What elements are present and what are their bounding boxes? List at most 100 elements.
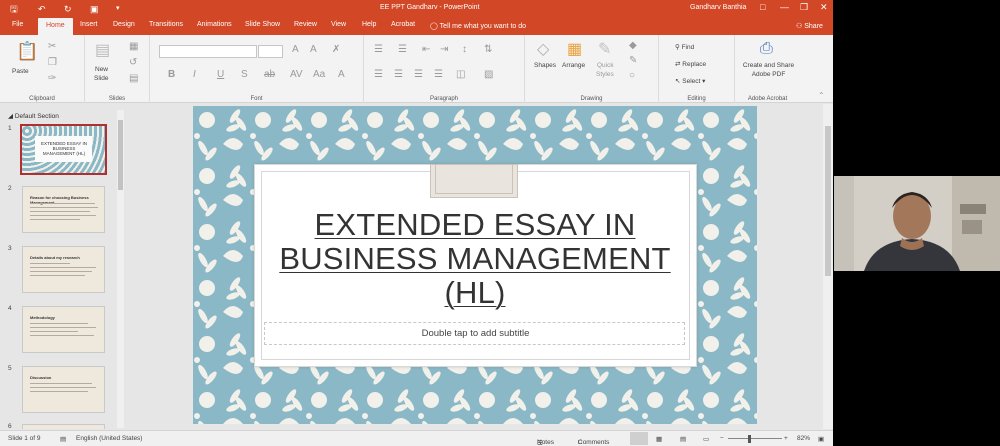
presenter-icon[interactable]: ▣ — [90, 3, 99, 15]
slide-thumbnail-2[interactable]: Reason for choosing Business Management — [22, 186, 105, 233]
select-button[interactable]: ↖ Select ▾ — [675, 77, 705, 85]
align-center-icon[interactable]: ☰ — [394, 69, 403, 80]
create-share-label[interactable]: Create and Share — [741, 62, 796, 69]
replace-button[interactable]: ⇄ Replace — [675, 60, 706, 68]
slide-thumbnail-6[interactable] — [22, 424, 105, 429]
zoom-slider[interactable] — [728, 438, 782, 439]
font-size-box[interactable] — [258, 45, 283, 58]
decrease-indent-icon[interactable]: ⇤ — [422, 44, 430, 55]
new-slide-label-2[interactable]: Slide — [94, 75, 108, 82]
layout-icon[interactable]: ▦ — [129, 41, 138, 52]
shadow-icon[interactable]: S — [241, 69, 248, 80]
tab-slideshow[interactable]: Slide Show — [245, 21, 280, 28]
create-pdf-icon[interactable]: ⎙ — [760, 40, 773, 58]
new-slide-label[interactable]: New — [95, 66, 108, 73]
font-name-box[interactable] — [159, 45, 257, 58]
restore-icon[interactable]: ❐ — [800, 2, 808, 13]
tab-home[interactable]: Home — [38, 18, 73, 35]
find-button[interactable]: ⚲ Find — [675, 43, 694, 51]
reset-icon[interactable]: ↺ — [129, 57, 137, 68]
share-button[interactable]: ⚇ Share — [796, 22, 823, 30]
shapes-button[interactable]: Shapes — [534, 62, 556, 69]
subtitle-placeholder[interactable]: Double tap to add subtitle — [264, 322, 685, 345]
section-header[interactable]: ◢ Default Section — [8, 112, 59, 120]
tab-transitions[interactable]: Transitions — [149, 21, 183, 28]
cut-icon[interactable]: ✂ — [48, 41, 56, 52]
new-slide-icon[interactable]: ▤ — [95, 40, 110, 60]
decrease-font-icon[interactable]: A — [310, 44, 317, 55]
customize-icon[interactable]: ▾ — [116, 3, 120, 15]
shape-effects-icon[interactable]: ○ — [629, 70, 635, 81]
italic-icon[interactable]: I — [193, 69, 196, 80]
slide-sorter-icon[interactable]: ▦ — [656, 435, 662, 443]
tab-view[interactable]: View — [331, 21, 346, 28]
tab-animations[interactable]: Animations — [197, 21, 232, 28]
close-icon[interactable]: ✕ — [820, 2, 828, 13]
zoom-slider-thumb[interactable] — [748, 435, 751, 443]
bullets-icon[interactable]: ☰ — [374, 44, 383, 55]
quick-styles-label[interactable]: Quick — [597, 62, 614, 69]
increase-indent-icon[interactable]: ⇥ — [440, 44, 448, 55]
tab-review[interactable]: Review — [294, 21, 317, 28]
spacing-icon[interactable]: AV — [290, 69, 303, 80]
shapes-icon[interactable]: ◇ — [537, 39, 549, 59]
create-share-label-2[interactable]: Adobe PDF — [741, 71, 796, 78]
strikethrough-icon[interactable]: ab — [264, 69, 275, 80]
tab-insert[interactable]: Insert — [80, 21, 98, 28]
arrange-icon[interactable]: ▦ — [567, 39, 582, 59]
fit-slide-icon[interactable]: ▣ — [818, 435, 824, 443]
smartart-icon[interactable]: ▧ — [484, 69, 493, 80]
zoom-out-icon[interactable]: − — [720, 435, 724, 442]
copy-icon[interactable]: ❐ — [48, 57, 57, 68]
slide-thumbnail-4[interactable]: Methodology — [22, 306, 105, 353]
shape-outline-icon[interactable]: ✎ — [629, 55, 637, 66]
align-left-icon[interactable]: ☰ — [374, 69, 383, 80]
bold-icon[interactable]: B — [168, 69, 175, 80]
increase-font-icon[interactable]: A — [292, 44, 299, 55]
numbering-icon[interactable]: ☰ — [398, 44, 407, 55]
normal-view-icon[interactable] — [630, 432, 648, 445]
tell-me-search[interactable]: ◯ Tell me what you want to do — [430, 22, 526, 30]
save-icon[interactable]: 🖫 — [10, 3, 18, 15]
minimize-icon[interactable]: — — [780, 2, 789, 12]
tab-design[interactable]: Design — [113, 21, 135, 28]
tab-file[interactable]: File — [12, 21, 23, 28]
spell-check-icon[interactable]: ▤ — [60, 435, 66, 443]
columns-icon[interactable]: ◫ — [456, 69, 465, 80]
slide-thumbnail-3[interactable]: Details about my research — [22, 246, 105, 293]
slide-canvas[interactable]: EXTENDED ESSAY IN BUSINESS MANAGEMENT (H… — [193, 106, 757, 424]
slide-thumbnail-1[interactable]: EXTENDED ESSAY IN BUSINESS MANAGEMENT (H… — [20, 124, 107, 175]
user-name[interactable]: Gandharv Banthia — [690, 4, 746, 11]
underline-icon[interactable]: U — [217, 69, 224, 80]
editor-scrollbar[interactable] — [823, 104, 833, 429]
paste-button[interactable]: Paste — [12, 68, 29, 75]
zoom-in-icon[interactable]: + — [784, 435, 788, 442]
redo-icon[interactable]: ↻ — [64, 3, 72, 15]
justify-icon[interactable]: ☰ — [434, 69, 443, 80]
shape-fill-icon[interactable]: ◆ — [629, 40, 637, 51]
zoom-level[interactable]: 82% — [797, 435, 810, 442]
tab-acrobat[interactable]: Acrobat — [391, 21, 415, 28]
quick-styles-icon[interactable]: ✎ — [598, 39, 611, 59]
panel-scroll-thumb[interactable] — [118, 120, 123, 190]
font-color-icon[interactable]: A — [338, 69, 345, 80]
slideshow-view-icon[interactable]: ▭ — [703, 435, 709, 443]
ribbon-display-icon[interactable]: □ — [760, 2, 765, 12]
arrange-button[interactable]: Arrange — [562, 62, 585, 69]
tab-help[interactable]: Help — [362, 21, 376, 28]
panel-scrollbar[interactable] — [117, 110, 124, 428]
line-spacing-icon[interactable]: ↕ — [462, 44, 467, 55]
reading-view-icon[interactable]: ▤ — [680, 435, 686, 443]
slide-counter[interactable]: Slide 1 of 9 — [8, 435, 41, 442]
editor-scroll-thumb[interactable] — [825, 126, 831, 276]
change-case-icon[interactable]: Aa — [313, 69, 325, 80]
slide-thumbnail-5[interactable]: Discussion — [22, 366, 105, 413]
undo-icon[interactable]: ↶ — [38, 3, 46, 15]
collapse-ribbon-icon[interactable]: ⌃ — [818, 91, 825, 100]
paste-icon[interactable]: 📋 — [16, 41, 38, 62]
align-right-icon[interactable]: ☰ — [414, 69, 423, 80]
quick-styles-label-2[interactable]: Styles — [596, 71, 614, 78]
slide-title[interactable]: EXTENDED ESSAY IN BUSINESS MANAGEMENT (H… — [263, 208, 687, 310]
clear-format-icon[interactable]: ✗ — [332, 44, 340, 55]
text-direction-icon[interactable]: ⇅ — [484, 44, 492, 55]
